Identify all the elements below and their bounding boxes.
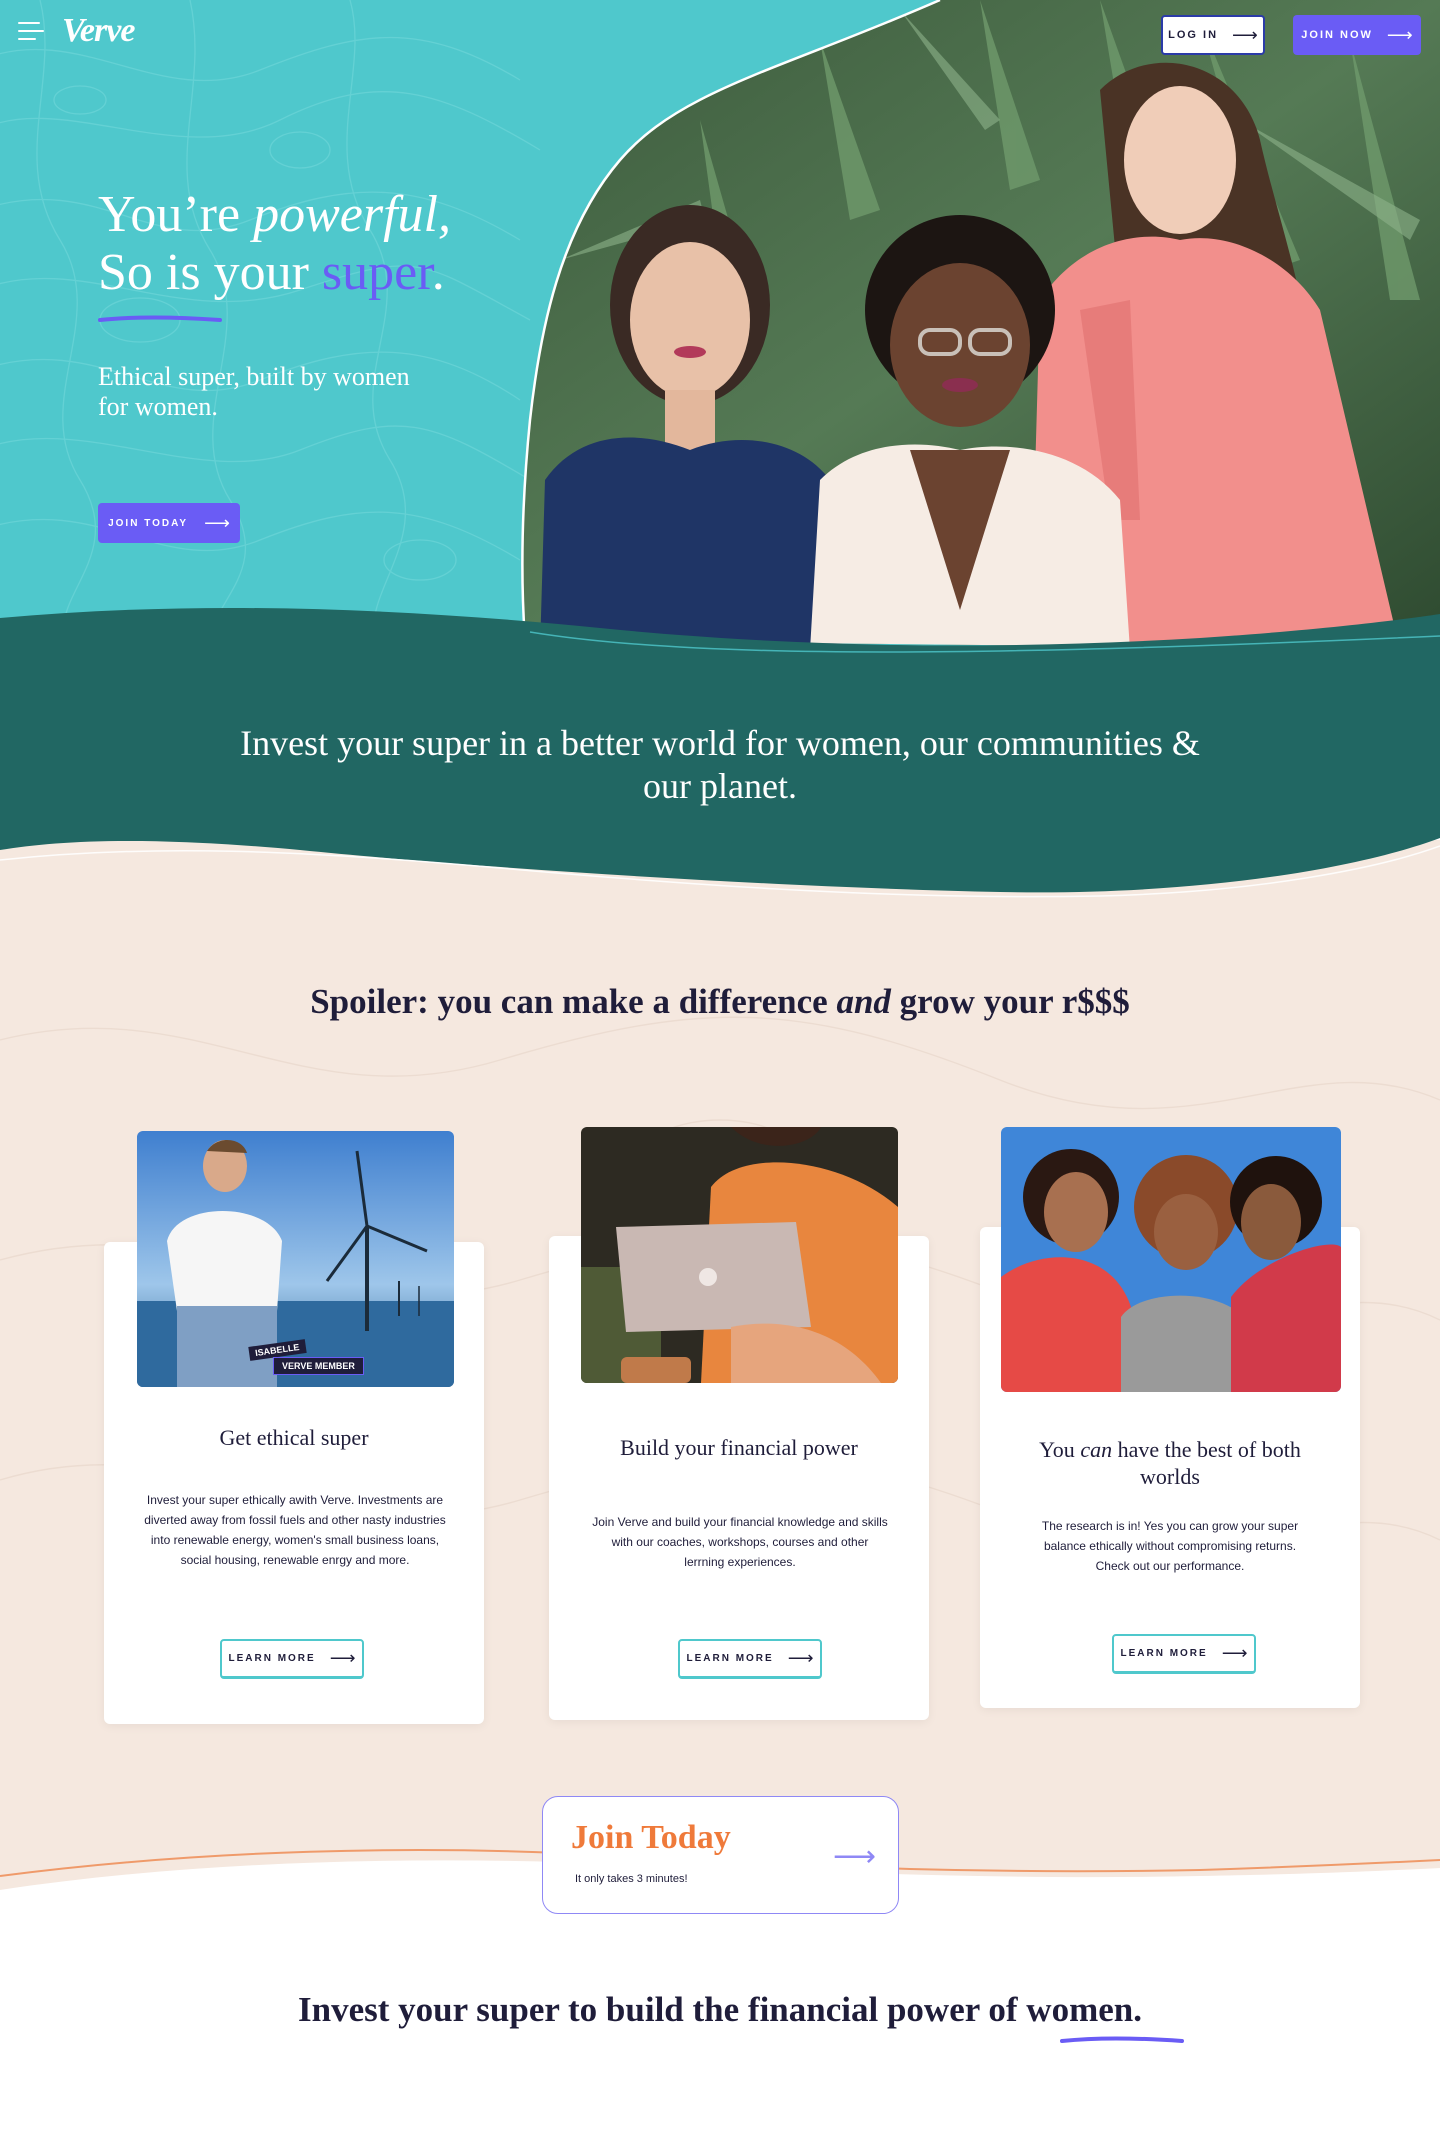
learn-more-button[interactable]: LEARN MORE ⟶: [220, 1639, 364, 1679]
arrow-right-icon: ⟶: [329, 1648, 356, 1668]
top-nav: Verve LOG IN ⟶ JOIN NOW ⟶: [0, 0, 1440, 70]
section-heading-text: Spoiler: you can make a difference: [310, 982, 837, 1021]
card-title-text: You: [1039, 1437, 1081, 1462]
hero-line2-suffix: .: [431, 244, 445, 301]
join-today-hero-button[interactable]: JOIN TODAY ⟶: [98, 503, 240, 543]
section-heading: Spoiler: you can make a difference and g…: [120, 982, 1320, 1022]
hero-line2-text: So is your: [98, 244, 322, 301]
learn-more-button[interactable]: LEARN MORE ⟶: [1112, 1634, 1256, 1674]
hero-photo: [521, 0, 1440, 650]
arrow-right-icon: ⟶: [1386, 24, 1413, 45]
hero-headline: You’re powerful, So is your super.: [98, 186, 451, 302]
section-heading-suffix: grow your r$$$: [890, 982, 1130, 1021]
join-now-button[interactable]: JOIN NOW ⟶: [1293, 15, 1421, 55]
join-now-label: JOIN NOW: [1301, 29, 1373, 41]
verve-logo[interactable]: Verve: [62, 12, 135, 50]
learn-more-label: LEARN MORE: [1120, 1648, 1208, 1659]
join-today-subtitle: It only takes 3 minutes!: [575, 1873, 688, 1885]
mission-statement: Invest your super in a better world for …: [240, 723, 1200, 806]
arrow-right-icon: ⟶: [204, 512, 230, 533]
hero-line2-accent: super: [321, 244, 432, 301]
member-badge-role: VERVE MEMBER: [273, 1357, 364, 1375]
arrow-right-icon: ⟶: [1232, 24, 1258, 45]
card-image-laptop: [581, 1127, 898, 1383]
hero-line1-text: You’re: [98, 186, 254, 243]
card-description: Invest your super ethically awith Verve.…: [144, 1493, 446, 1567]
login-button[interactable]: LOG IN ⟶: [1161, 15, 1265, 55]
arrow-right-icon: ⟶: [832, 1840, 876, 1873]
bottom-heading: Invest your super to build the financial…: [298, 1990, 1142, 2029]
hero-section: Verve LOG IN ⟶ JOIN NOW ⟶ You’re powerfu…: [0, 0, 1440, 650]
hero-underline-decoration: [98, 315, 222, 322]
card-image-friends: [1001, 1127, 1341, 1392]
join-today-title: Join Today: [571, 1819, 731, 1856]
hero-line1-italic: powerful,: [253, 186, 451, 243]
card-image-windfarm: ISABELLE VERVE MEMBER: [137, 1131, 454, 1387]
section-heading-italic: and: [836, 982, 891, 1021]
hero-subtitle: Ethical super, built by women for women.: [98, 362, 410, 421]
bottom-underline-decoration: [1060, 2036, 1184, 2043]
join-today-hero-label: JOIN TODAY: [108, 517, 189, 529]
learn-more-label: LEARN MORE: [686, 1653, 774, 1664]
learn-more-label: LEARN MORE: [228, 1653, 316, 1664]
arrow-right-icon: ⟶: [787, 1648, 814, 1668]
card-title-suffix: have the best of both worlds: [1112, 1437, 1301, 1489]
card-title: You can have the best of both worlds: [1020, 1436, 1320, 1490]
card-title: Build your financial power: [620, 1435, 858, 1460]
hamburger-icon[interactable]: [18, 22, 44, 42]
card-title: Get ethical super: [219, 1425, 369, 1450]
card-title-italic: can: [1080, 1437, 1113, 1462]
login-label: LOG IN: [1168, 29, 1219, 41]
card-description: The research is in! Yes you can grow you…: [1041, 1519, 1299, 1573]
join-today-card[interactable]: Join Today It only takes 3 minutes! ⟶: [542, 1796, 899, 1914]
learn-more-button[interactable]: LEARN MORE ⟶: [678, 1639, 822, 1679]
card-description: Join Verve and build your financial know…: [592, 1515, 888, 1569]
arrow-right-icon: ⟶: [1221, 1643, 1248, 1663]
